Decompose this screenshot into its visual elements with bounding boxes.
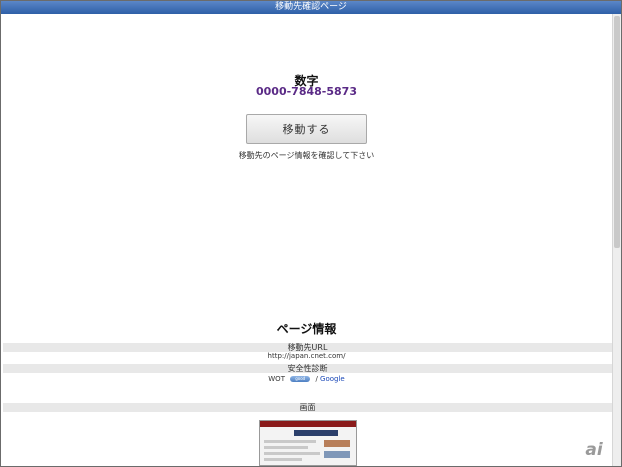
screen-header: 画面	[3, 403, 612, 412]
page-info-title: ページ情報	[276, 322, 337, 336]
wot-rating-badge[interactable]: good	[290, 376, 311, 382]
thumbnail-header-bar	[260, 421, 356, 427]
move-button[interactable]: 移動する	[246, 114, 367, 144]
thumbnail-image	[324, 440, 350, 447]
thumbnail-text-row	[264, 458, 302, 461]
wot-label: WOT	[268, 375, 285, 383]
browser-window: 移動先確認ページ 数字 0000-7848-5873 移動する 移動先のページ情…	[0, 0, 622, 467]
destination-url: http://japan.cnet.com/	[267, 352, 346, 360]
thumbnail-text-row	[264, 440, 316, 443]
instruction-text: 移動先のページ情報を確認して下さい	[238, 151, 375, 160]
watermark-logo: ai	[585, 440, 603, 460]
google-link[interactable]: Google	[320, 375, 345, 383]
thumbnail-image	[324, 451, 350, 458]
scrollbar-thumb[interactable]	[614, 16, 620, 248]
thumbnail-banner	[294, 430, 338, 436]
safety-row: WOT good / Google	[1, 374, 612, 384]
page-screenshot-thumbnail[interactable]	[259, 420, 357, 466]
number-value: 0000-7848-5873	[256, 85, 357, 98]
window-title: 移動先確認ページ	[1, 1, 621, 14]
safety-header: 安全性診断	[3, 364, 612, 373]
page-content: 数字 0000-7848-5873 移動する 移動先のページ情報を確認して下さい…	[1, 14, 612, 466]
separator: /	[315, 375, 318, 383]
vertical-scrollbar[interactable]	[612, 14, 621, 466]
thumbnail-text-row	[264, 452, 320, 455]
thumbnail-text-row	[264, 446, 308, 449]
